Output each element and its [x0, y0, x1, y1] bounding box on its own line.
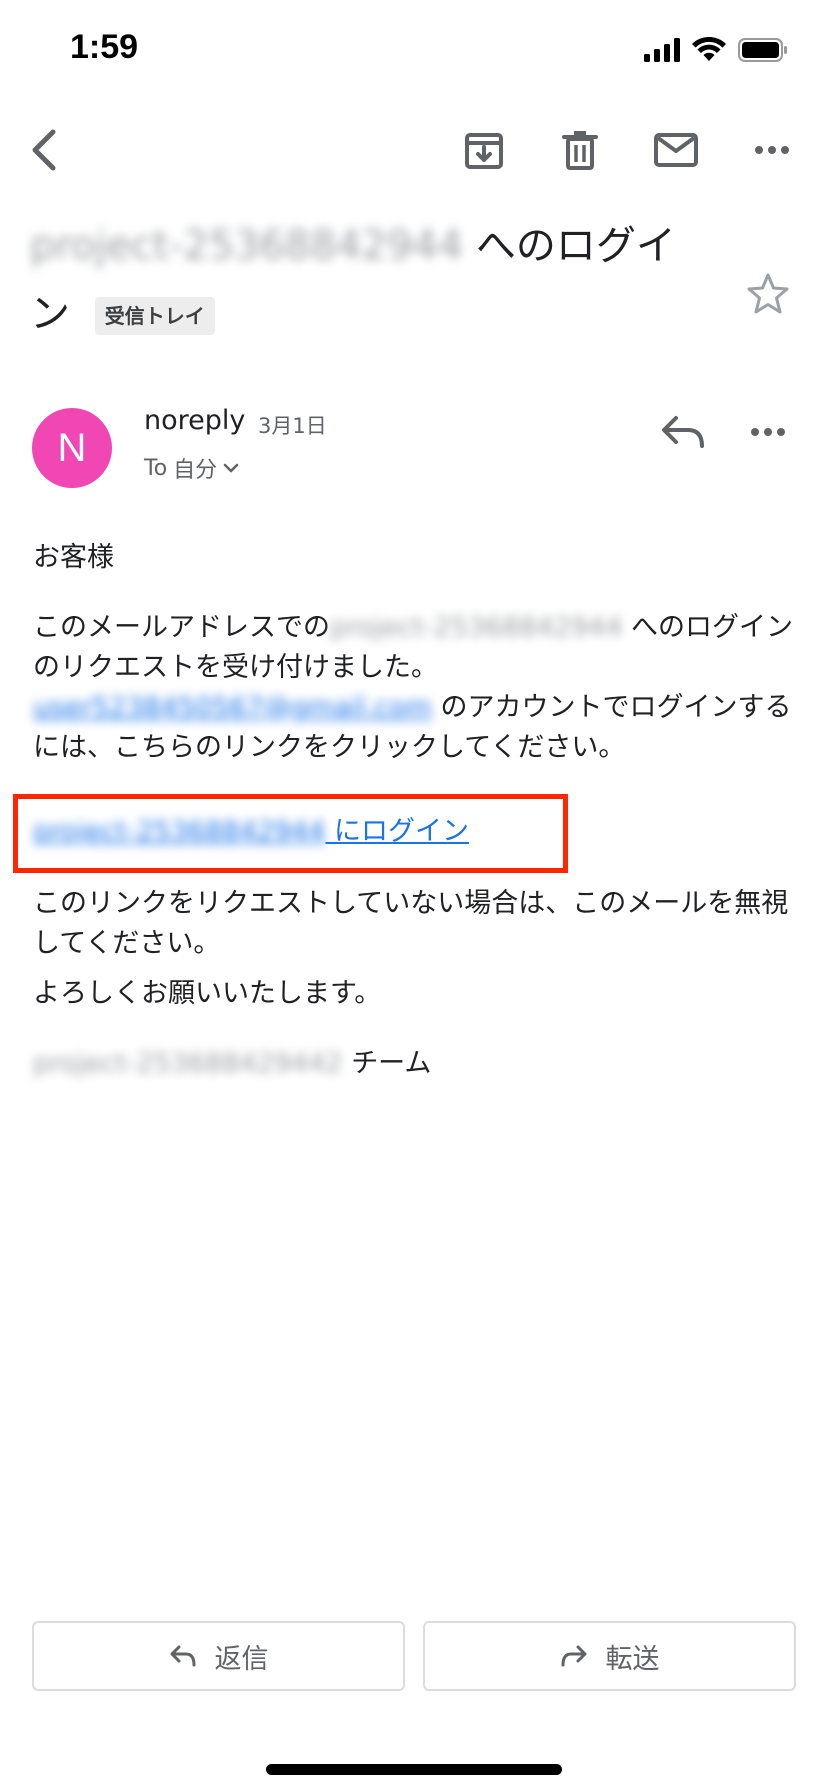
archive-button[interactable]	[460, 126, 508, 174]
subject-title: へのログイ	[475, 223, 676, 269]
recipient-prefix: To	[144, 455, 168, 481]
message-more-button[interactable]	[750, 412, 798, 460]
body-paragraph-1: このメールアドレスでのproject-25368842944 へのログインのリク…	[33, 608, 793, 768]
p1-project-name: project-25368842944	[330, 612, 623, 643]
greeting: お客様	[33, 542, 114, 573]
team-suffix: チーム	[351, 1048, 432, 1079]
sender-name[interactable]: noreply	[144, 405, 245, 436]
recipient-details[interactable]: To 自分	[144, 452, 239, 484]
p1-email-link[interactable]: user5238450567@gmail.com	[33, 692, 432, 723]
star-button[interactable]	[746, 272, 790, 316]
back-icon	[32, 129, 56, 171]
email-subject: project-25368842944 へのログイ ン 受信トレイ	[30, 212, 730, 348]
signal-icon	[644, 38, 680, 62]
forward-action-label: 転送	[605, 1643, 660, 1675]
login-link-project[interactable]: project-25368842944	[33, 816, 325, 847]
more-icon	[751, 428, 785, 436]
team-project-name: project-253688429442	[33, 1048, 343, 1079]
wifi-icon	[692, 37, 726, 61]
forward-icon	[561, 1645, 586, 1667]
reply-icon	[662, 416, 704, 448]
star-icon	[747, 273, 789, 314]
home-indicator[interactable]	[266, 1764, 562, 1775]
recipient-value: 自分	[173, 458, 218, 483]
battery-icon	[738, 38, 787, 62]
avatar[interactable]: N	[32, 408, 112, 488]
chevron-down-icon	[223, 463, 239, 473]
body-paragraph-2: このリンクをリクエストしていない場合は、このメールを無視してください。	[33, 888, 789, 959]
back-button[interactable]	[20, 126, 68, 174]
status-icons	[644, 30, 788, 70]
forward-action-button[interactable]: 転送	[423, 1621, 796, 1691]
status-time: 1:59	[70, 28, 139, 66]
more-icon	[755, 146, 789, 154]
team-signature: project-253688429442 チーム	[33, 1044, 793, 1084]
closing: よろしくお願いいたします。	[33, 978, 382, 1009]
login-link-text[interactable]: にログイン	[325, 816, 469, 847]
delete-button[interactable]	[556, 126, 604, 174]
subject-title-wrap: ン	[30, 291, 70, 337]
reply-action-button[interactable]: 返信	[32, 1621, 405, 1691]
reply-icon	[170, 1645, 195, 1667]
mark-unread-button[interactable]	[652, 126, 700, 174]
subject-project-name: project-25368842944	[30, 223, 464, 269]
archive-icon	[465, 133, 503, 169]
reply-button[interactable]	[660, 412, 708, 460]
mail-icon	[654, 133, 698, 167]
email-view: 1:59 project-25368842944 へのログイ ン 受信トレイ N…	[0, 0, 828, 1792]
login-link[interactable]: project-25368842944 にログイン	[33, 812, 793, 852]
sender-date: 3月1日	[258, 414, 327, 438]
delete-icon	[562, 131, 598, 170]
p1-before: このメールアドレスでの	[33, 612, 330, 643]
reply-action-label: 返信	[214, 1643, 269, 1675]
more-options-button[interactable]	[748, 126, 796, 174]
inbox-label[interactable]: 受信トレイ	[94, 297, 215, 335]
